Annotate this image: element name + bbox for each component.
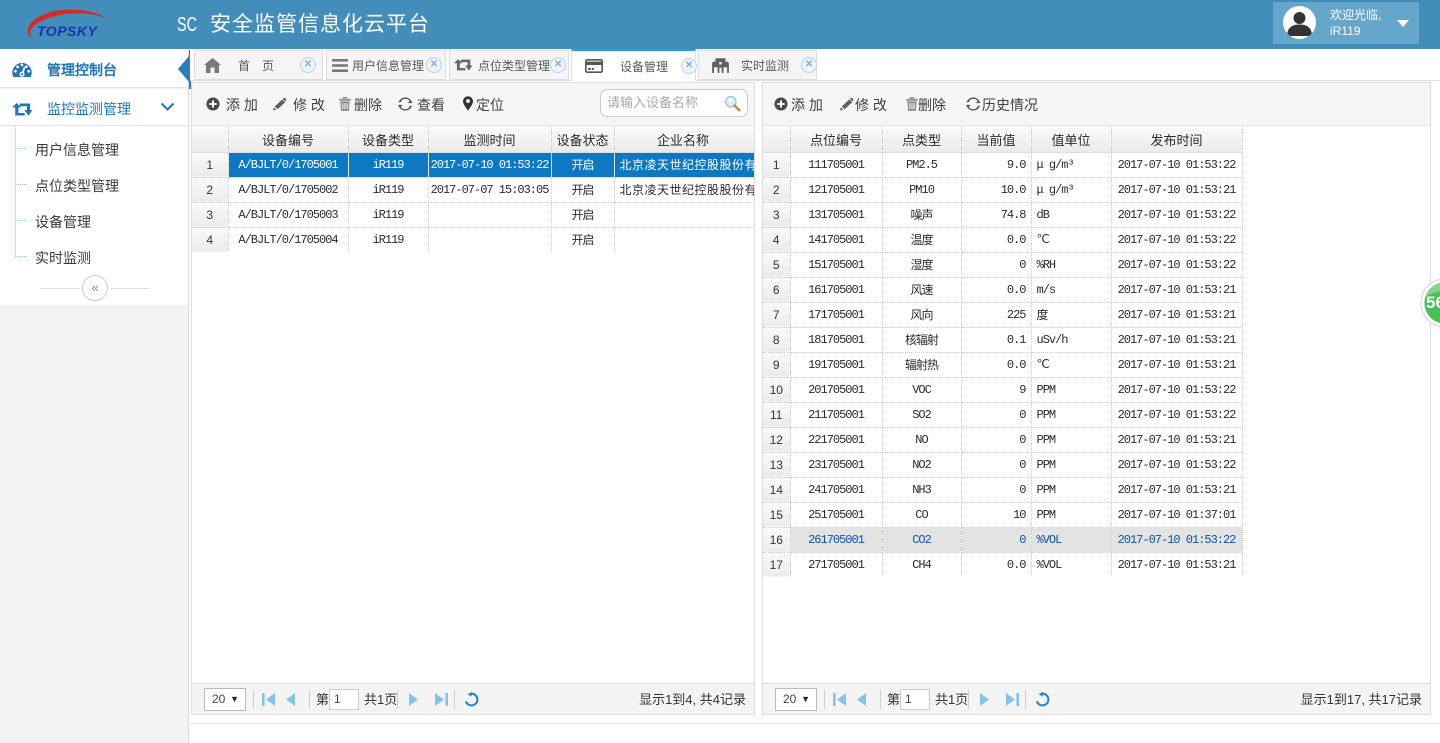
svg-text:TOPSKY: TOPSKY [37, 23, 98, 39]
